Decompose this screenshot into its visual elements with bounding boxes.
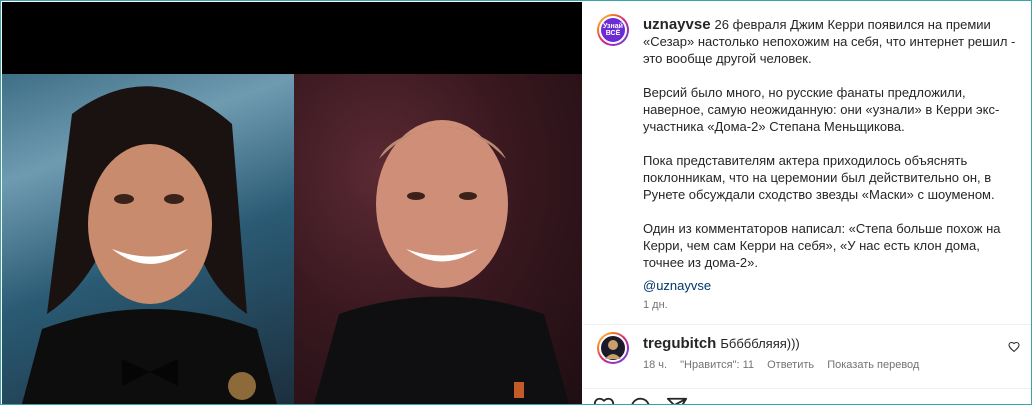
- author-username[interactable]: uznayvse: [643, 16, 711, 33]
- heart-icon[interactable]: [593, 396, 615, 404]
- comment-meta: 18 ч. "Нравится": 11 Ответить Показать п…: [643, 359, 929, 371]
- comment-time[interactable]: 18 ч.: [643, 359, 667, 371]
- post-side-panel: Узнай ВСЁ uznayvse 26 февраля Джим Керри …: [583, 2, 1031, 404]
- divider: [583, 324, 1031, 325]
- commenter-username[interactable]: tregubitch: [643, 335, 716, 352]
- mention-link[interactable]: @uznayvse: [643, 278, 711, 293]
- reply-button[interactable]: Ответить: [767, 359, 814, 371]
- post-timestamp[interactable]: 1 дн.: [643, 299, 668, 311]
- comment-likes[interactable]: "Нравится": 11: [680, 359, 754, 371]
- caption-paragraph: Один из комментаторов написал: «Степа бо…: [643, 221, 1001, 270]
- comment-heart-icon[interactable]: [1008, 341, 1020, 353]
- post-media[interactable]: [2, 2, 582, 404]
- comment: tregubitch Бббббляяя))): [643, 335, 800, 352]
- caption-paragraph: Версий было много, но русские фанаты пре…: [643, 85, 1000, 134]
- caption-paragraph: Пока представителям актера приходилось о…: [643, 153, 995, 202]
- post-caption: uznayvse 26 февраля Джим Керри появился н…: [643, 16, 1023, 288]
- photo-stepan-menshchikov: [294, 74, 582, 404]
- share-icon[interactable]: [666, 396, 688, 404]
- divider: [583, 388, 1031, 389]
- author-avatar-text: Узнай ВСЁ: [599, 16, 627, 44]
- author-avatar[interactable]: Узнай ВСЁ: [597, 14, 629, 46]
- post-actions: [593, 396, 698, 404]
- instagram-post-frame: Узнай ВСЁ uznayvse 26 февраля Джим Керри …: [0, 0, 1032, 405]
- comment-text: Бббббляяя))): [720, 336, 800, 351]
- comment-icon[interactable]: [629, 396, 651, 404]
- commenter-avatar-image: [599, 334, 627, 362]
- commenter-avatar[interactable]: [597, 332, 629, 364]
- photo-jim-carrey: [2, 74, 294, 404]
- translate-button[interactable]: Показать перевод: [827, 359, 919, 371]
